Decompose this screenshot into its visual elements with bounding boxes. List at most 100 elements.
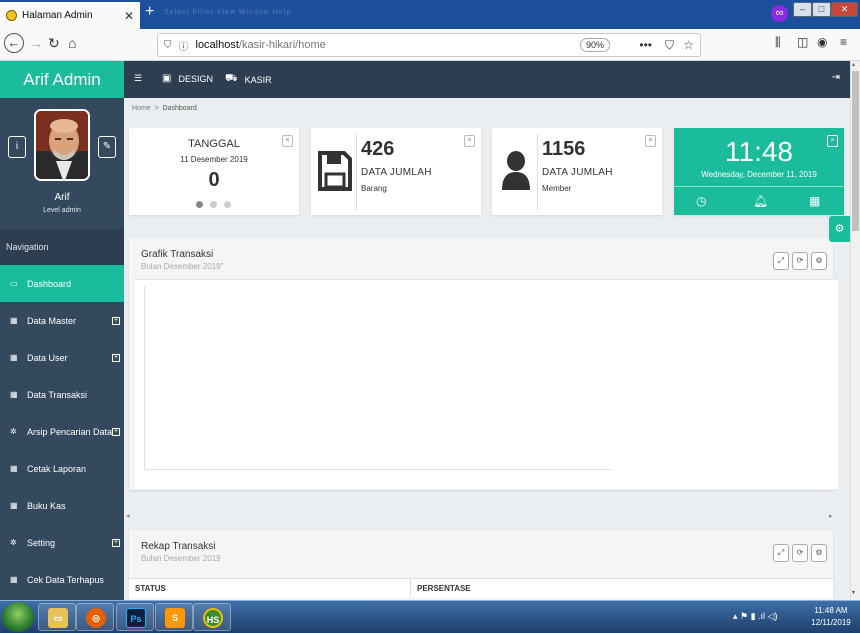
stat-number: 1156	[542, 138, 586, 160]
hamburger-menu-icon[interactable]: ≡	[840, 35, 847, 49]
start-button[interactable]	[2, 602, 34, 632]
nav-heading: Navigation	[0, 229, 124, 265]
taskbar-hs[interactable]: HS	[193, 603, 231, 631]
zoom-level[interactable]: 90%	[579, 38, 610, 52]
carousel-dot[interactable]	[196, 201, 203, 208]
table-header-status: STATUS	[129, 578, 410, 598]
scroll-down-icon[interactable]: ▾	[852, 589, 855, 596]
taskbar-date: 12/11/2019	[811, 618, 851, 627]
taskbar-photoshop[interactable]: Ps	[116, 603, 154, 631]
sidebar-item-data-user[interactable]: ▦ Data User +	[0, 339, 124, 376]
library-icon[interactable]: ⫼	[775, 35, 781, 50]
top-menu-kasir[interactable]: ⛟ KASIR	[225, 73, 272, 86]
main-content: Home > Dashboard × TANGGAL 11 Desember 2…	[124, 98, 850, 600]
settings-button[interactable]: ⚙	[811, 252, 827, 270]
edit-profile-button[interactable]: ✎	[98, 136, 116, 158]
panel-rekap: Rekap Transaksi Bulan Desember 2019 ⤢ ⟳ …	[129, 530, 833, 600]
tab-close-button[interactable]: ✕	[124, 9, 134, 23]
sublime-icon: S	[165, 608, 185, 628]
panel-title: Grafik Transaksi	[141, 249, 214, 260]
close-widget-button[interactable]: ×	[464, 135, 475, 147]
forward-button[interactable]: →	[29, 35, 43, 51]
window-close-button[interactable]: ✕	[831, 2, 858, 17]
scroll-up-icon[interactable]: ▴	[852, 61, 855, 68]
back-button[interactable]: ←	[4, 33, 24, 53]
widget-value: 0	[208, 169, 220, 191]
new-tab-button[interactable]: +	[145, 3, 154, 21]
panel-subtitle: Bulan Desember 2019	[141, 554, 221, 563]
home-icon[interactable]: ⌂	[68, 35, 76, 51]
carousel-dot[interactable]	[224, 201, 231, 208]
expand-icon: +	[112, 316, 120, 325]
pocket-icon[interactable]: ⛉	[665, 38, 674, 53]
stat-sub: Member	[542, 184, 572, 193]
top-menu-design[interactable]: ▣ DESIGN	[162, 73, 213, 84]
window-maximize-button[interactable]: □	[812, 2, 831, 17]
browser-tab-strip: Halaman Admin ✕ + Select Filter View Win…	[0, 0, 860, 29]
sidebar-item-data-master[interactable]: ▦ Data Master +	[0, 302, 124, 339]
avatar	[34, 109, 90, 181]
system-tray-icons[interactable]: ▴ ⚑ ▮ .ıl ◁)	[733, 611, 777, 622]
sidebar-item-dashboard[interactable]: ▭ Dashboard	[0, 265, 124, 302]
url-host: localhost	[195, 39, 239, 51]
widget-member: × 1156 DATA JUMLAH Member	[492, 128, 662, 215]
brand-logo[interactable]: Arif Admin	[0, 61, 124, 98]
picture-icon: ▣	[162, 73, 172, 84]
close-widget-button[interactable]: ×	[645, 135, 656, 147]
logout-icon[interactable]: ⇥	[832, 72, 840, 83]
carousel-dot[interactable]	[210, 201, 217, 208]
horizontal-scrollbar[interactable]: ◂ ▸	[124, 512, 836, 523]
carousel-dots	[196, 201, 238, 208]
widget-clock: × 11:48 Wednesday, December 11, 2019 ◷ 🔔…	[674, 128, 844, 215]
folder-icon: ▭	[48, 608, 68, 628]
scroll-left-icon[interactable]: ◂	[126, 512, 130, 520]
info-button[interactable]: i	[8, 136, 26, 158]
clock-icon[interactable]: ◷	[696, 194, 706, 208]
gears-icon: ✲	[10, 427, 17, 436]
sidebar-toggle-icon[interactable]: ◫	[797, 35, 808, 49]
theme-settings-icon[interactable]: ⚙	[829, 216, 850, 242]
tab-title: Halaman Admin	[22, 10, 93, 21]
taskbar-sublime[interactable]: S	[155, 603, 193, 631]
taskbar-clock[interactable]: 11:48 AM 12/11/2019	[806, 605, 856, 629]
url-bar[interactable]: ⛉ ⓘ localhost /kasir-hikari/home 90% •••…	[157, 33, 701, 57]
page-actions-icon[interactable]: •••	[639, 38, 652, 52]
breadcrumb-home[interactable]: Home	[132, 105, 151, 112]
sidebar-item-arsip[interactable]: ✲ Arsip Pencarian Data +	[0, 413, 124, 450]
stat-sub: Barang	[361, 184, 387, 193]
sidebar-item-cek-data-terhapus[interactable]: ▦ Cek Data Terhapus	[0, 561, 124, 598]
extension-icon[interactable]: ∞	[771, 5, 788, 22]
scroll-right-icon[interactable]: ▸	[829, 512, 833, 520]
sidebar-item-cetak-laporan[interactable]: ▦ Cetak Laporan	[0, 450, 124, 487]
sidebar-item-data-transaksi[interactable]: ▦ Data Transaksi	[0, 376, 124, 413]
grid-icon: ▦	[10, 353, 18, 362]
browser-tab[interactable]: Halaman Admin ✕	[0, 2, 140, 29]
profile-name: Arif	[54, 192, 70, 203]
bookmark-star-icon[interactable]: ☆	[683, 38, 694, 52]
divider	[537, 134, 538, 210]
menu-bar-ghost: Select Filter View Window Help	[164, 9, 292, 16]
bell-icon[interactable]: 🔔︎	[753, 194, 768, 208]
stat-number: 426	[361, 138, 395, 160]
reload-button[interactable]: ↻	[48, 35, 60, 52]
sidebar-item-buku-kas[interactable]: ▦ Buku Kas	[0, 487, 124, 524]
calendar-icon[interactable]: ▦	[809, 194, 820, 208]
info-icon: ⓘ	[178, 41, 189, 53]
account-icon[interactable]: ◉	[817, 35, 827, 49]
refresh-button[interactable]: ⟳	[792, 544, 808, 562]
sidebar-item-setting[interactable]: ✲ Setting +	[0, 524, 124, 561]
fullscreen-button[interactable]: ⤢	[773, 252, 789, 270]
menu-toggle-icon[interactable]: ☰	[134, 73, 142, 84]
fullscreen-button[interactable]: ⤢	[773, 544, 789, 562]
cart-icon: ⛟	[225, 73, 238, 84]
refresh-button[interactable]: ⟳	[792, 252, 808, 270]
favicon-icon	[6, 10, 17, 21]
scroll-thumb[interactable]	[852, 71, 859, 231]
taskbar-firefox[interactable]: ◎	[76, 603, 114, 631]
table-header-persentase: PERSENTASE	[410, 578, 833, 598]
settings-button[interactable]: ⚙	[811, 544, 827, 562]
firefox-icon: ◎	[86, 608, 106, 628]
taskbar-explorer[interactable]: ▭	[38, 603, 76, 631]
window-minimize-button[interactable]: ‒	[793, 2, 812, 17]
vertical-scrollbar[interactable]: ▴ ▾	[850, 61, 860, 600]
